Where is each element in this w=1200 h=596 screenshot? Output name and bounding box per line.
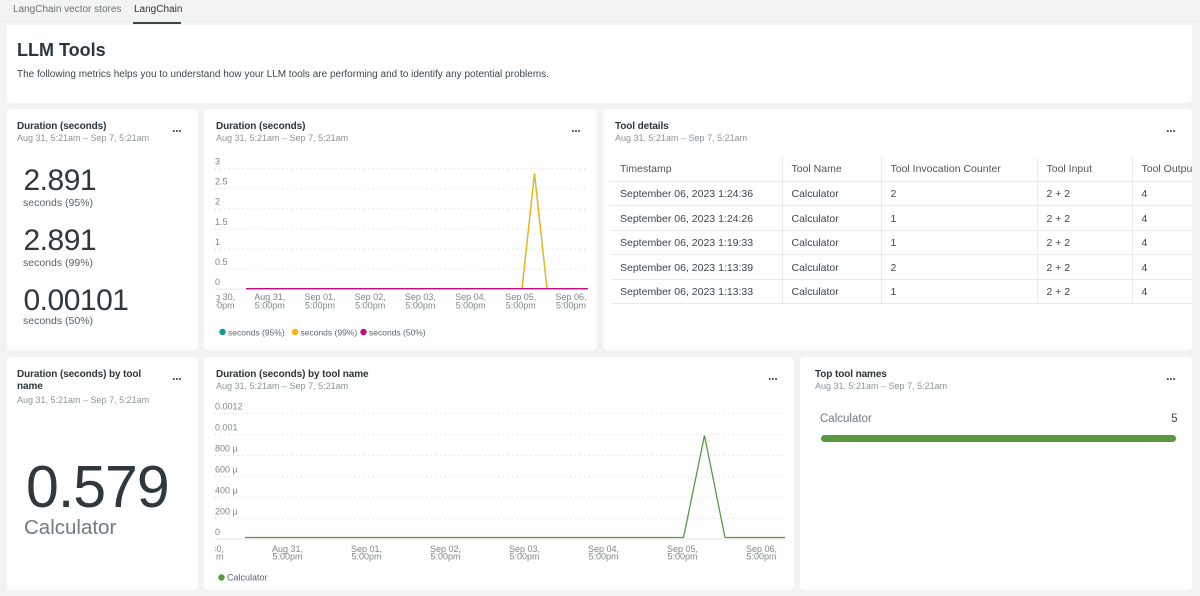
svg-text:5:00pm: 5:00pm [430,552,460,562]
svg-text:1.5: 1.5 [215,217,228,227]
svg-text:0.001: 0.001 [215,423,238,433]
svg-text:seconds (99%): seconds (99%) [301,328,358,338]
svg-text:5:00pm: 5:00pm [272,552,302,562]
svg-text:2.5: 2.5 [215,177,228,187]
svg-text:0.5: 0.5 [215,257,228,267]
svg-text:5:00pm: 5:00pm [351,552,381,562]
svg-text:5:00pm: 5:00pm [405,301,435,311]
svg-text:5:00pm: 5:00pm [667,552,697,562]
svg-text:5:00pm: 5:00pm [355,301,385,311]
svg-text:5:00pm: 5:00pm [305,301,335,311]
svg-text:5:00pm: 5:00pm [746,552,776,562]
svg-text:2: 2 [215,197,220,207]
svg-text:0: 0 [215,277,220,287]
svg-text:3: 3 [215,157,220,167]
svg-text:5:00pm: 5:00pm [556,301,586,311]
svg-text:5:00pm: 5:00pm [588,552,618,562]
svg-text:5:00pm: 5:00pm [456,301,486,311]
svg-text:seconds (95%): seconds (95%) [228,328,285,338]
svg-text:400 µ: 400 µ [215,486,238,496]
svg-text:seconds (50%): seconds (50%) [369,328,426,338]
svg-text:0: 0 [215,527,220,537]
svg-text:800 µ: 800 µ [215,444,238,454]
svg-text:Calculator: Calculator [227,573,268,583]
svg-text:0.0012: 0.0012 [215,402,243,412]
svg-text:5:00pm: 5:00pm [509,552,539,562]
svg-text:600 µ: 600 µ [215,465,238,475]
svg-text:5:00pm: 5:00pm [255,301,285,311]
svg-text:1: 1 [215,237,220,247]
svg-text:5:00pm: 5:00pm [506,301,536,311]
svg-text:200 µ: 200 µ [215,507,238,517]
